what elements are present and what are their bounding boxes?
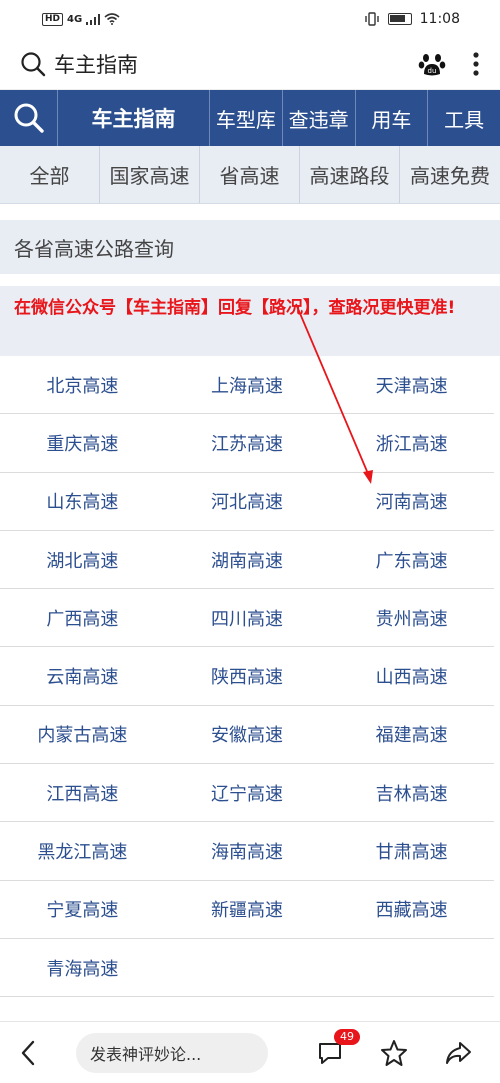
province-row: 重庆高速 江苏高速 浙江高速 — [0, 414, 494, 473]
nav-link-car-use[interactable]: 用车 — [356, 90, 429, 146]
province-link[interactable]: 云南高速 — [0, 647, 165, 704]
province-grid: 北京高速 上海高速 天津高速 重庆高速 江苏高速 浙江高速 山东高速 河北高速 河南高速 湖北高速… — [0, 356, 494, 998]
province-link[interactable]: 海南高速 — [165, 822, 330, 879]
clock: 11:08 — [419, 11, 460, 27]
category-tabs: 全部 国家高速 省高速 高速路段 高速免费 — [0, 146, 500, 204]
vibrate-icon — [364, 12, 379, 26]
battery-icon — [387, 13, 412, 25]
province-link[interactable]: 河北高速 — [165, 473, 330, 530]
province-link[interactable]: 北京高速 — [0, 356, 165, 413]
province-link[interactable]: 山东高速 — [0, 473, 165, 530]
province-link[interactable]: 甘肃高速 — [329, 822, 494, 879]
province-row: 内蒙古高速 安徽高速 福建高速 — [0, 706, 494, 765]
province-link[interactable]: 安徽高速 — [165, 706, 330, 763]
province-link[interactable]: 四川高速 — [165, 589, 330, 646]
chevron-left-icon — [21, 1040, 35, 1065]
province-link[interactable]: 福建高速 — [329, 706, 494, 763]
comment-count-badge: 49 — [334, 1028, 360, 1045]
province-link[interactable]: 青海高速 — [0, 939, 165, 996]
province-row: 青海高速 — [0, 939, 494, 998]
province-row: 宁夏高速 新疆高速 西藏高速 — [0, 881, 494, 939]
province-link[interactable]: 浙江高速 — [329, 414, 494, 471]
star-icon — [381, 1039, 407, 1066]
status-bar: HD 4G 11:08 — [0, 0, 500, 38]
baidu-paw-icon[interactable]: du — [418, 50, 446, 78]
province-link — [165, 939, 330, 996]
comment-input[interactable]: 发表神评妙论... — [76, 1032, 268, 1073]
province-link[interactable]: 河南高速 — [329, 473, 494, 530]
province-row: 北京高速 上海高速 天津高速 — [0, 356, 494, 415]
svg-text:du: du — [428, 67, 437, 75]
share-button[interactable] — [444, 1039, 472, 1067]
tab-toll-free[interactable]: 高速免费 — [400, 146, 500, 203]
tab-provincial-expressway[interactable]: 省高速 — [200, 146, 300, 203]
province-row: 山东高速 河北高速 河南高速 — [0, 473, 494, 531]
province-link[interactable]: 西藏高速 — [329, 881, 494, 938]
network-indicator: 4G — [67, 13, 83, 25]
province-link[interactable]: 湖北高速 — [0, 531, 165, 588]
province-link[interactable]: 江西高速 — [0, 764, 165, 821]
province-row: 黑龙江高速 海南高速 甘肃高速 — [0, 822, 494, 881]
site-search-button[interactable] — [0, 90, 58, 146]
province-link[interactable]: 宁夏高速 — [0, 881, 165, 938]
site-nav: 车主指南 车型库 查违章 用车 工具 — [0, 90, 500, 146]
province-link[interactable]: 上海高速 — [165, 356, 330, 413]
site-brand[interactable]: 车主指南 — [58, 90, 210, 146]
province-row: 广西高速 四川高速 贵州高速 — [0, 589, 494, 648]
nav-link-tools[interactable]: 工具 — [428, 90, 500, 146]
wifi-icon — [104, 13, 120, 25]
province-link[interactable]: 重庆高速 — [0, 414, 165, 471]
status-left: HD 4G — [42, 12, 120, 26]
favorite-button[interactable] — [380, 1039, 408, 1067]
bottom-icons: 49 — [268, 1028, 480, 1067]
more-vertical-icon[interactable] — [472, 51, 480, 77]
comments-button[interactable]: 49 — [316, 1028, 360, 1067]
province-link[interactable]: 广东高速 — [329, 531, 494, 588]
signal-icon — [86, 13, 101, 25]
province-link[interactable]: 山西高速 — [329, 647, 494, 704]
province-row: 江西高速 辽宁高速 吉林高速 — [0, 764, 494, 823]
province-link[interactable]: 黑龙江高速 — [0, 822, 165, 879]
province-row: 云南高速 陕西高速 山西高速 — [0, 647, 494, 706]
tab-all[interactable]: 全部 — [0, 146, 100, 203]
browser-title[interactable]: 车主指南 — [54, 49, 418, 79]
province-link[interactable]: 湖南高速 — [165, 531, 330, 588]
status-right: 11:08 — [364, 11, 460, 27]
province-link[interactable]: 陕西高速 — [165, 647, 330, 704]
province-link[interactable]: 新疆高速 — [165, 881, 330, 938]
section-title: 各省高速公路查询 — [0, 220, 500, 274]
province-link — [329, 939, 494, 996]
tab-national-expressway[interactable]: 国家高速 — [100, 146, 200, 203]
province-link[interactable]: 广西高速 — [0, 589, 165, 646]
nav-link-violations[interactable]: 查违章 — [283, 90, 356, 146]
province-link[interactable]: 贵州高速 — [329, 589, 494, 646]
hd-badge: HD — [42, 12, 64, 26]
tab-expressway-sections[interactable]: 高速路段 — [300, 146, 400, 203]
bottom-bar: 发表神评妙论... 49 — [0, 1021, 500, 1083]
spacer — [0, 204, 500, 220]
search-icon[interactable] — [20, 51, 46, 77]
province-link[interactable]: 辽宁高速 — [165, 764, 330, 821]
nav-link-models[interactable]: 车型库 — [210, 90, 283, 146]
province-link[interactable]: 天津高速 — [329, 356, 494, 413]
back-button[interactable] — [20, 1040, 60, 1066]
province-link[interactable]: 内蒙古高速 — [0, 706, 165, 763]
promo-notice: 在微信公众号【车主指南】回复【路况】，查路况更快更准! — [0, 286, 500, 356]
search-icon — [14, 103, 44, 133]
province-link[interactable]: 江苏高速 — [165, 414, 330, 471]
share-icon — [446, 1041, 471, 1064]
browser-bar: 车主指南 du — [0, 38, 500, 90]
province-link[interactable]: 吉林高速 — [329, 764, 494, 821]
province-row: 湖北高速 湖南高速 广东高速 — [0, 531, 494, 590]
